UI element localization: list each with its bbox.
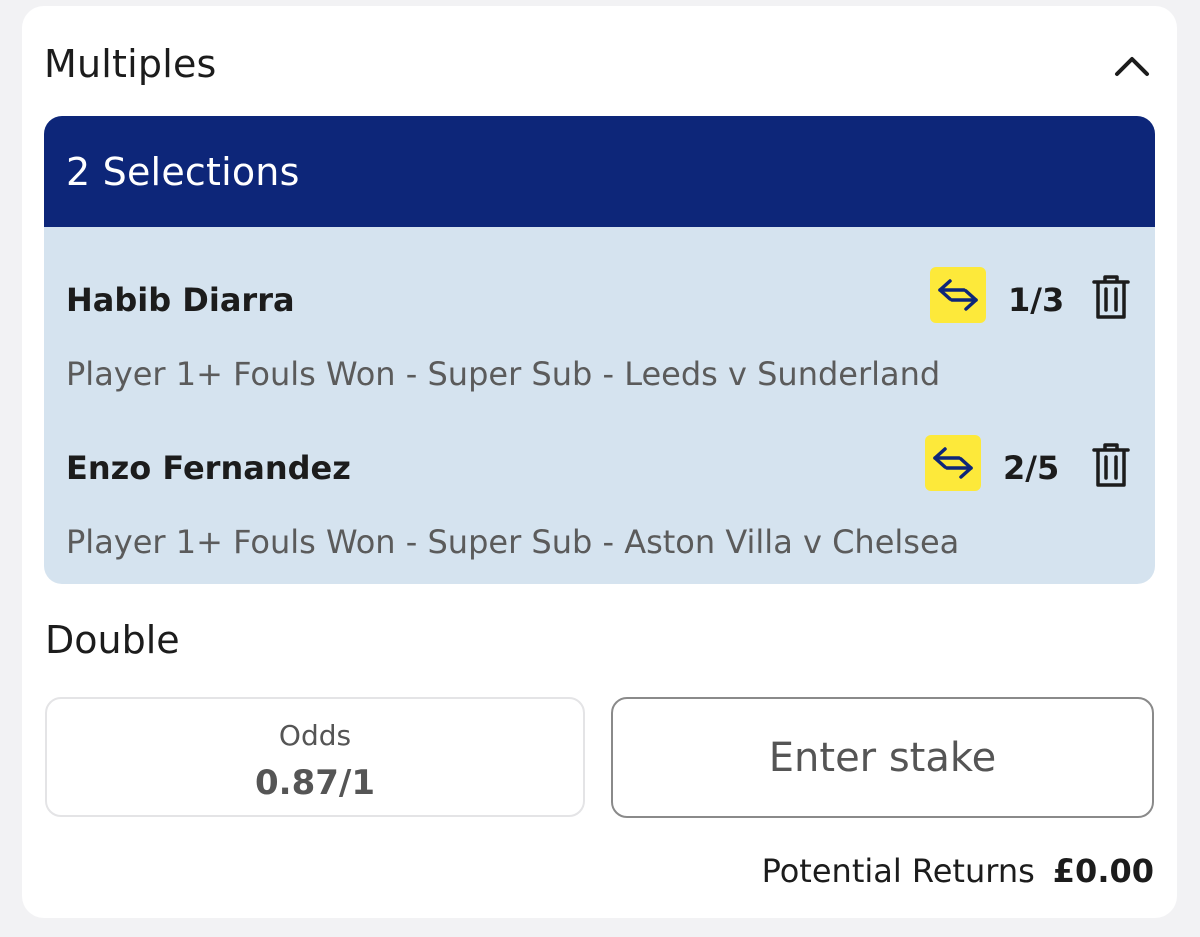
trash-icon[interactable]	[1089, 439, 1133, 491]
returns-label: Potential Returns	[761, 852, 1035, 890]
trash-icon[interactable]	[1089, 271, 1133, 323]
odds-value: 0.87/1	[255, 763, 375, 803]
multiples-header[interactable]: Multiples	[44, 36, 1154, 96]
chevron-up-icon[interactable]	[1110, 46, 1154, 86]
selection-description: Player 1+ Fouls Won - Super Sub - Leeds …	[66, 355, 941, 393]
multiples-title: Multiples	[44, 42, 217, 86]
selection-odds: 2/5	[1003, 449, 1060, 487]
odds-label: Odds	[278, 719, 352, 752]
swap-arrows-icon[interactable]	[930, 267, 986, 323]
swap-arrows-icon[interactable]	[925, 435, 981, 491]
selection-item: Habib Diarra 1/3 Player 1+ Fouls Won - S…	[66, 267, 1133, 411]
double-title: Double	[45, 618, 180, 662]
double-odds-box: Odds 0.87/1	[45, 697, 585, 817]
selection-name: Enzo Fernandez	[66, 449, 351, 487]
potential-returns: Potential Returns £0.00	[762, 852, 1154, 890]
selections-count: 2 Selections	[66, 149, 300, 194]
selection-odds: 1/3	[1008, 281, 1065, 319]
selection-name: Habib Diarra	[66, 281, 295, 319]
selections-header: 2 Selections	[44, 116, 1155, 227]
selections-panel: 2 Selections Habib Diarra 1/3 Player 1+ …	[44, 116, 1155, 584]
selection-description: Player 1+ Fouls Won - Super Sub - Aston …	[66, 523, 960, 561]
returns-value: £0.00	[1052, 852, 1154, 890]
selection-item: Enzo Fernandez 2/5 Player 1+ Fouls Won -…	[66, 435, 1133, 579]
stake-input[interactable]	[611, 697, 1154, 818]
